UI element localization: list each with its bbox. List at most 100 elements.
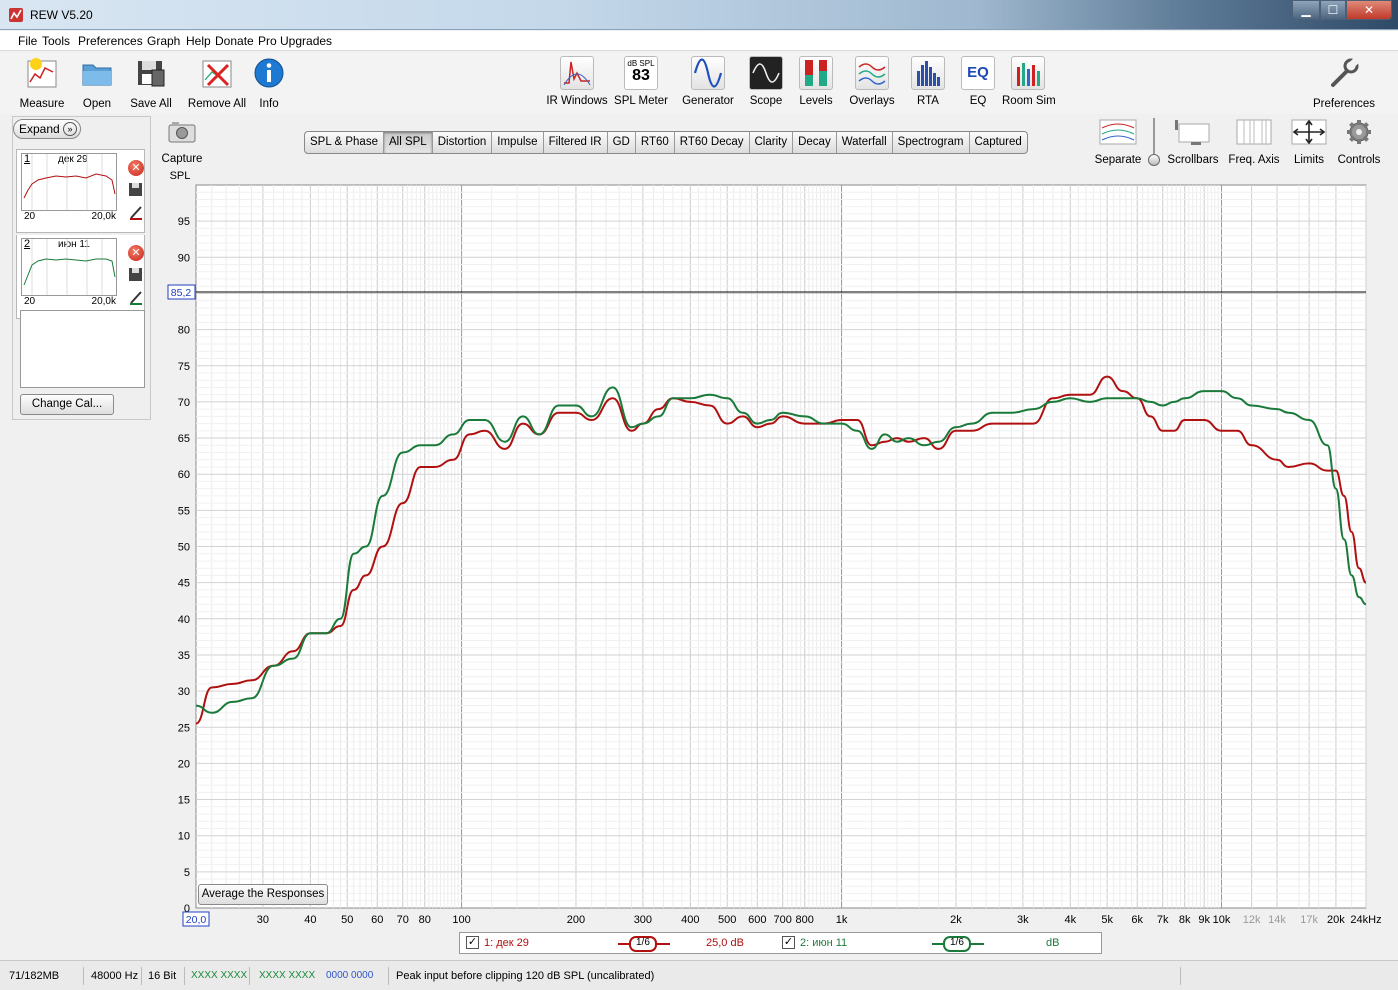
maximize-button[interactable]: ☐ (1320, 0, 1346, 20)
freq-axis-button[interactable]: Freq. Axis (1228, 118, 1280, 166)
tab-filtered-ir[interactable]: Filtered IR (544, 132, 608, 153)
tab-impulse[interactable]: Impulse (492, 132, 544, 153)
tab-decay[interactable]: Decay (793, 132, 837, 153)
title-bar: REW V5.20 ▁ ☐ ✕ (0, 0, 1398, 30)
x-tick-label: 17k (1300, 914, 1318, 926)
offset-2-value: dB (1046, 937, 1060, 949)
info-button[interactable]: Info (252, 56, 286, 110)
separate-button[interactable]: Separate (1094, 118, 1142, 166)
x-tick-label: 10k (1213, 914, 1231, 926)
menu-preferences[interactable]: Preferences (78, 34, 143, 48)
menu-help[interactable]: Help (186, 34, 211, 48)
tab-rt60-decay[interactable]: RT60 Decay (675, 132, 750, 153)
menu-graph[interactable]: Graph (147, 34, 180, 48)
average-responses-button[interactable]: Average the Responses (198, 884, 328, 905)
save-icon (138, 61, 165, 87)
controls-button[interactable]: Controls (1336, 118, 1382, 166)
memory-usage: 71/182MB (4, 967, 84, 985)
offset-1-value: 25,0 dB (706, 937, 744, 949)
scrollbars-button[interactable]: Scrollbars (1166, 118, 1220, 166)
menu-bar: File Tools Preferences Graph Help Donate… (0, 31, 1398, 51)
x-tick-label: 500 (718, 914, 736, 926)
x-tick-label: 3k (1017, 914, 1029, 926)
y-tick-label: 55 (178, 505, 190, 517)
tab-spectrogram[interactable]: Spectrogram (893, 132, 970, 153)
y-tick-label: 80 (178, 325, 190, 337)
x-tick-label: 700 (774, 914, 792, 926)
x-tick-label: 20k (1327, 914, 1345, 926)
remove-all-button[interactable]: Remove All (186, 56, 248, 110)
minimize-button[interactable]: ▁ (1292, 0, 1320, 20)
input-meter-1: XXXX XXXX (186, 967, 250, 985)
tab-captured[interactable]: Captured (970, 132, 1027, 153)
overlays-icon (855, 56, 889, 90)
x-tick-label: 5k (1101, 914, 1113, 926)
tab-rt60[interactable]: RT60 (636, 132, 675, 153)
close-window-button[interactable]: ✕ (1346, 0, 1392, 20)
status-message: Peak input before clipping 120 dB SPL (u… (391, 967, 1181, 985)
y-tick-label: 45 (178, 578, 190, 590)
expand-button[interactable]: Expand » (13, 119, 81, 139)
tab-waterfall[interactable]: Waterfall (837, 132, 893, 153)
preferences-button[interactable]: Preferences (1312, 56, 1376, 110)
rta-button[interactable]: RTA (910, 56, 946, 107)
tab-spl-phase[interactable]: SPL & Phase (305, 132, 384, 153)
series-2-checkbox[interactable]: ✓ (782, 936, 795, 949)
y-tick-label: 50 (178, 542, 190, 554)
tab-clarity[interactable]: Clarity (750, 132, 794, 153)
y-tick-label: 40 (178, 614, 190, 626)
y-tick-label: 5 (184, 867, 190, 879)
room-sim-icon (1011, 56, 1045, 90)
x-tick-label: 100 (452, 914, 470, 926)
separation-slider[interactable] (1148, 118, 1160, 166)
levels-icon (799, 56, 833, 90)
cursor-y-readout: 85,2 (171, 287, 192, 299)
menu-file[interactable]: File (18, 34, 37, 48)
smoothing-1-value: 1/6 (636, 937, 650, 948)
scope-button[interactable]: Scope (746, 56, 786, 107)
camera-icon (168, 122, 196, 143)
menu-tools[interactable]: Tools (42, 34, 70, 48)
y-tick-label: 60 (178, 469, 190, 481)
legend-series-2-label: 2: июн 11 (800, 937, 848, 949)
save-all-button[interactable]: Save All (127, 56, 175, 110)
smoothing-2-value: 1/6 (950, 937, 964, 948)
y-axis-label: SPL (170, 170, 191, 182)
menu-pro-upgrades[interactable]: Pro Upgrades (258, 34, 332, 48)
tab-distortion[interactable]: Distortion (433, 132, 493, 153)
sample-rate: 48000 Hz (86, 967, 142, 985)
measure-button[interactable]: Measure (16, 56, 68, 110)
capture-button[interactable]: Capture (160, 120, 204, 165)
limits-button[interactable]: Limits (1288, 118, 1330, 166)
status-bar: 71/182MB 48000 Hz 16 Bit XXXX XXXX XXXX … (0, 960, 1398, 990)
x-tick-label: 80 (419, 914, 431, 926)
legend-series-1-label: 1: дек 29 (484, 937, 529, 949)
tab-all-spl[interactable]: All SPL (383, 132, 433, 153)
bit-depth: 16 Bit (143, 967, 185, 985)
x-tick-label: 600 (748, 914, 766, 926)
overlays-button[interactable]: Overlays (846, 56, 898, 107)
window-title: REW V5.20 (30, 8, 93, 22)
remove-all-icon (202, 60, 232, 88)
generator-button[interactable]: Generator (680, 56, 736, 107)
measure-icon (27, 58, 57, 88)
eq-button[interactable]: EQ EQ (960, 56, 996, 107)
room-sim-button[interactable]: Room Sim (1002, 56, 1056, 107)
open-button[interactable]: Open (76, 56, 118, 110)
x-tick-label: 7k (1157, 914, 1169, 926)
menu-donate[interactable]: Donate (215, 34, 254, 48)
spl-chart[interactable]: 05101520253035404550556065707580859095SP… (0, 160, 1398, 932)
y-tick-label: 10 (178, 831, 190, 843)
info-icon (254, 58, 284, 88)
series-1-checkbox[interactable]: ✓ (466, 936, 479, 949)
scrollbars-icon (1175, 120, 1210, 145)
status-extra (1183, 967, 1393, 985)
spl-meter-button[interactable]: dB SPL 83 SPL Meter (614, 56, 668, 107)
generator-icon (691, 56, 725, 90)
rew-app-icon (9, 8, 23, 22)
limits-arrows-icon (1291, 119, 1327, 145)
tab-gd[interactable]: GD (608, 132, 636, 153)
ir-windows-button[interactable]: IR Windows (546, 56, 608, 107)
legend-panel: ✓ 1: дек 29 1/6 25,0 dB ✓ 2: июн 11 1/6 … (459, 932, 1102, 954)
levels-button[interactable]: Levels (796, 56, 836, 107)
